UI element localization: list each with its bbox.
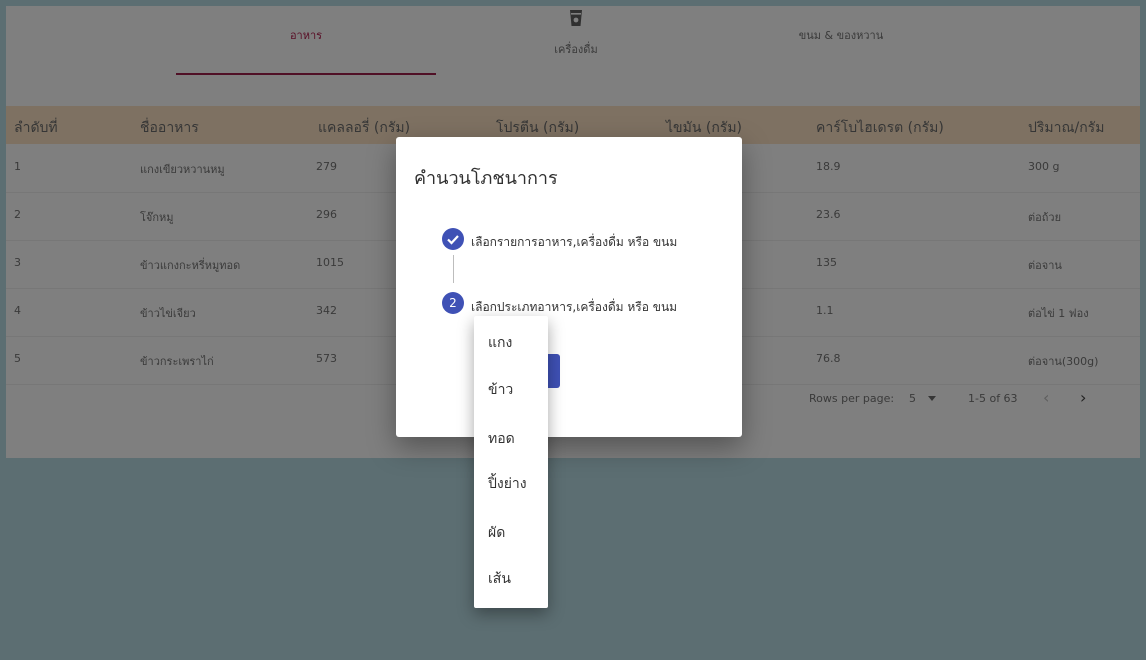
step-2-number: 2 (442, 292, 464, 314)
nutrition-dialog: คำนวนโภชนาการ เลือกรายการอาหาร,เครื่องดื… (396, 137, 742, 437)
menu-item-rice[interactable]: ข้าว (488, 379, 513, 401)
menu-item-curry[interactable]: แกง (488, 332, 512, 354)
page-background (6, 458, 1140, 654)
menu-item-noodles[interactable]: เส้น (488, 568, 511, 590)
step-1-label[interactable]: เลือกรายการอาหาร,เครื่องดื่ม หรือ ขนม (471, 233, 677, 252)
menu-item-grilled[interactable]: ปิ้งย่าง (488, 473, 527, 495)
dialog-title: คำนวนโภชนาการ (414, 168, 558, 189)
check-icon (442, 228, 464, 250)
menu-item-fried[interactable]: ทอด (488, 428, 515, 450)
step-2-label[interactable]: เลือกประเภทอาหาร,เครื่องดื่ม หรือ ขนม (471, 298, 677, 317)
menu-item-stir-fried[interactable]: ผัด (488, 522, 505, 544)
next-button[interactable] (546, 354, 560, 388)
category-dropdown-menu: แกง ข้าว ทอด ปิ้งย่าง ผัด เส้น (474, 316, 548, 608)
step-connector (453, 255, 454, 283)
